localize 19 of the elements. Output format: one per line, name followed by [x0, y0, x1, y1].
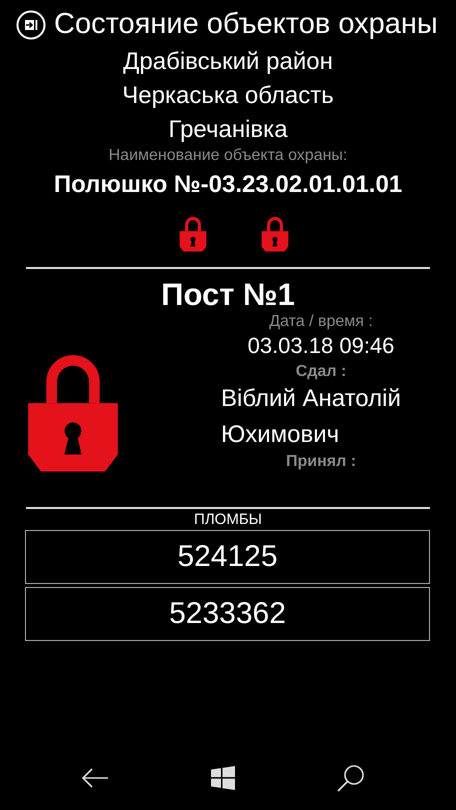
page-title: Состояние объектов охраны	[54, 8, 438, 41]
windows-icon[interactable]	[211, 766, 235, 790]
object-label: Наименование объекта охраны:	[108, 147, 348, 165]
seals-title: ПЛОМБЫ	[193, 511, 263, 528]
object-name: Полюшко №-03.23.02.01.01.01	[52, 171, 404, 199]
back-icon[interactable]	[81, 767, 109, 789]
date-label: Дата / время :	[269, 313, 373, 331]
date-value: 03.03.18 09:46	[248, 333, 394, 359]
handed-label: Сдал :	[296, 363, 346, 381]
received-label: Принял :	[286, 453, 356, 471]
exit-icon[interactable]	[16, 10, 46, 40]
location-text: Драбівський район	[123, 47, 333, 77]
post-title: Пост №1	[160, 277, 296, 313]
location-text: Гречанівка	[168, 115, 288, 145]
seal-number: 524125	[25, 530, 430, 584]
seal-number: 5233362	[25, 587, 430, 641]
search-icon[interactable]	[337, 764, 365, 792]
person-name: Віблий Анатолій Юхимович	[221, 384, 402, 450]
location-text: Черкаська область	[122, 81, 334, 111]
